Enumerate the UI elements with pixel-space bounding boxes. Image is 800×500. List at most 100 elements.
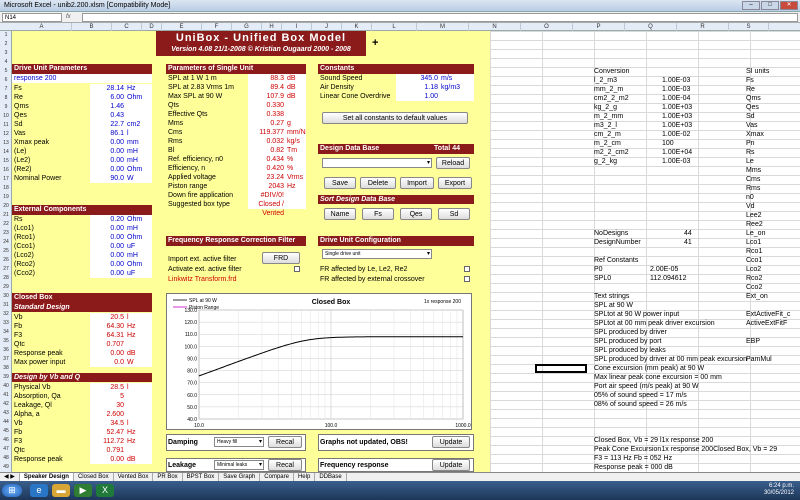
graphs-update-button[interactable]: Update	[432, 436, 470, 448]
param-value[interactable]: 0.0	[90, 358, 124, 367]
drive-config-select[interactable]: Single drive unit	[322, 249, 432, 259]
param-value[interactable]: 0.20	[90, 215, 124, 224]
sort-qes-button[interactable]: Qes	[400, 208, 432, 220]
param-value[interactable]: 2043	[248, 182, 284, 191]
ie-icon[interactable]: e	[30, 484, 48, 497]
param-value[interactable]: #DIV/0!	[248, 191, 284, 200]
row-header[interactable]: 16	[0, 166, 12, 175]
export-button[interactable]: Export	[438, 177, 472, 189]
damping-select[interactable]: Heavy fill	[214, 437, 264, 447]
column-header-n[interactable]: N	[469, 23, 521, 31]
row-header[interactable]: 42	[0, 400, 12, 409]
row-header[interactable]: 27	[0, 265, 12, 274]
reset-constants-button[interactable]: Set all constants to default values	[322, 112, 468, 124]
damping-recal-button[interactable]: Recal	[268, 436, 302, 448]
row-header[interactable]: 5	[0, 67, 12, 76]
row-header[interactable]: 7	[0, 85, 12, 94]
row-header[interactable]: 14	[0, 148, 12, 157]
param-value[interactable]: 0.00	[90, 147, 124, 156]
row-header[interactable]: 29	[0, 283, 12, 292]
param-value[interactable]: 0.032	[248, 137, 284, 146]
row-header[interactable]: 2	[0, 40, 12, 49]
row-header[interactable]: 3	[0, 49, 12, 58]
row-header[interactable]: 23	[0, 229, 12, 238]
column-header-p[interactable]: P	[573, 23, 625, 31]
row-header[interactable]: 22	[0, 220, 12, 229]
start-icon[interactable]: ⊞	[2, 484, 22, 497]
row-header[interactable]: 39	[0, 373, 12, 382]
row-header[interactable]: 10	[0, 112, 12, 121]
column-header-i[interactable]: I	[282, 23, 312, 31]
column-header-q[interactable]: Q	[625, 23, 677, 31]
param-value[interactable]: 5	[90, 392, 124, 401]
param-value[interactable]: 28.5	[90, 383, 124, 392]
row-header[interactable]: 11	[0, 121, 12, 130]
param-value[interactable]: 0.707	[90, 340, 124, 349]
param-value[interactable]: 20.5	[90, 313, 124, 322]
active-cell[interactable]	[535, 364, 587, 373]
save-button[interactable]: Save	[324, 177, 356, 189]
maximize-icon[interactable]: □	[761, 1, 779, 10]
sheet-tab[interactable]: DDBase	[315, 473, 347, 481]
sort-name-button[interactable]: Name	[324, 208, 356, 220]
design-select[interactable]	[322, 158, 432, 168]
media-icon[interactable]: ▶	[74, 484, 92, 497]
close-icon[interactable]: ✕	[780, 1, 798, 10]
fr-le-checkbox[interactable]	[464, 266, 470, 272]
column-header-g[interactable]: G	[232, 23, 262, 31]
param-value[interactable]: 0.00	[90, 260, 124, 269]
row-header[interactable]: 37	[0, 355, 12, 364]
activate-filter-checkbox[interactable]	[294, 266, 300, 272]
param-value[interactable]: Closed / Vented	[248, 200, 284, 217]
sheet-tab[interactable]: PR Box	[153, 473, 183, 481]
param-value[interactable]: 345.0	[396, 74, 438, 83]
param-value[interactable]: 0.338	[248, 110, 284, 119]
tab-scroll-icon[interactable]: ◀ ▶	[0, 473, 20, 481]
param-value[interactable]: 88.3	[248, 74, 284, 83]
param-value[interactable]: 0.00	[90, 224, 124, 233]
row-header[interactable]: 24	[0, 238, 12, 247]
frequency-response-update-button[interactable]: Update	[432, 459, 470, 471]
sheet-tab[interactable]: Vented Box	[114, 473, 154, 481]
param-value[interactable]: 0.00	[90, 455, 124, 464]
row-header[interactable]: 9	[0, 103, 12, 112]
import-button[interactable]: Import	[400, 177, 434, 189]
column-header-e[interactable]: E	[162, 23, 202, 31]
drive-unit-name[interactable]: response 200	[12, 74, 152, 83]
param-value[interactable]: 0.791	[90, 446, 124, 455]
reload-button[interactable]: Reload	[436, 157, 470, 169]
taskbar-clock[interactable]: 6:24 p.m. 30/05/2012	[764, 483, 794, 497]
column-header-b[interactable]: B	[72, 23, 112, 31]
row-header[interactable]: 26	[0, 256, 12, 265]
param-value[interactable]: 0.00	[90, 242, 124, 251]
row-header[interactable]: 33	[0, 319, 12, 328]
row-header[interactable]: 12	[0, 130, 12, 139]
param-value[interactable]: 22.7	[90, 120, 124, 129]
row-header[interactable]: 46	[0, 436, 12, 445]
row-header[interactable]: 13	[0, 139, 12, 148]
param-value[interactable]: 0.330	[248, 101, 284, 110]
row-header[interactable]: 47	[0, 445, 12, 454]
fx-icon[interactable]: fx	[66, 13, 80, 22]
param-value[interactable]: 34.5	[90, 419, 124, 428]
column-header-l[interactable]: L	[372, 23, 417, 31]
column-header-o[interactable]: O	[521, 23, 573, 31]
column-header-k[interactable]: K	[342, 23, 372, 31]
row-header[interactable]: 8	[0, 94, 12, 103]
row-header[interactable]: 35	[0, 337, 12, 346]
row-header[interactable]: 17	[0, 175, 12, 184]
row-header[interactable]: 4	[0, 58, 12, 67]
column-header-j[interactable]: J	[312, 23, 342, 31]
frd-button[interactable]: FRD	[262, 252, 300, 264]
param-value[interactable]: 0.00	[90, 165, 124, 174]
param-value[interactable]: 107.9	[248, 92, 284, 101]
row-header[interactable]: 44	[0, 418, 12, 427]
param-value[interactable]: 0.00	[90, 269, 124, 278]
param-value[interactable]: 30	[90, 401, 124, 410]
row-header[interactable]: 40	[0, 382, 12, 391]
param-value[interactable]: 90.0	[90, 174, 124, 183]
row-header[interactable]: 20	[0, 202, 12, 211]
param-value[interactable]: 23.24	[248, 173, 284, 182]
row-header[interactable]: 15	[0, 157, 12, 166]
param-value[interactable]: 1.18	[396, 83, 438, 92]
